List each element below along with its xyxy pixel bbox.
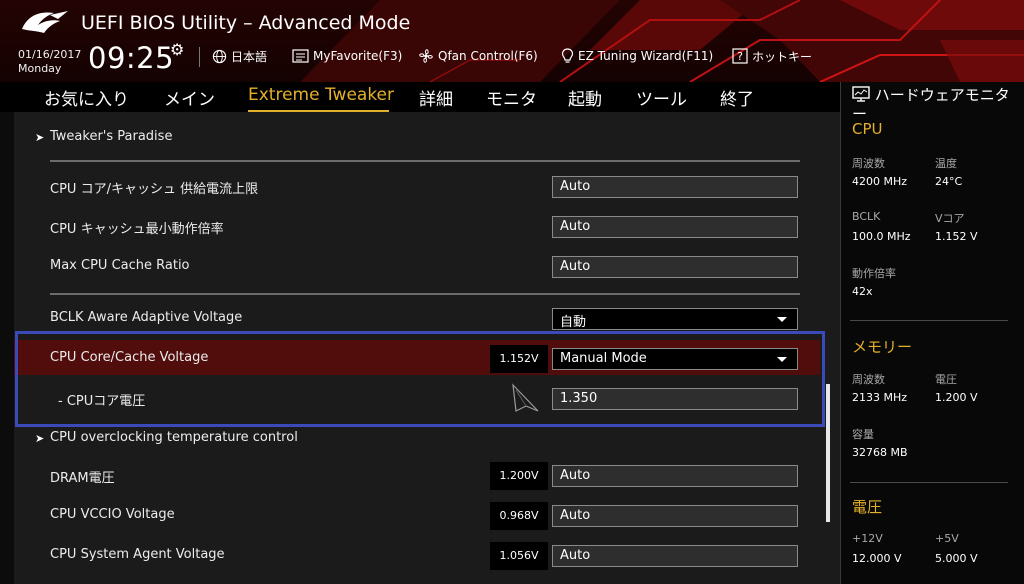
tab-boot[interactable]: 起動 [568, 85, 602, 110]
svg-text:?: ? [737, 50, 743, 63]
cpu-vccio-voltage-label: CPU VCCIO Voltage [50, 507, 175, 522]
globe-icon [212, 49, 227, 64]
header-separator [199, 47, 200, 67]
help-icon: ? [732, 48, 748, 64]
section-divider [50, 293, 800, 295]
hw-cpu-temperature-label: 温度 [935, 157, 957, 170]
mouse-cursor-icon [512, 383, 539, 412]
main-menu-bar: お気に入り メイン Extreme Tweaker 詳細 モニタ 起動 ツール … [0, 82, 840, 112]
settings-scrollbar[interactable] [826, 384, 830, 522]
hotkeys-button[interactable]: ? ホットキー [732, 46, 812, 66]
hw-ratio-value: 42x [852, 285, 873, 298]
hw-cpu-frequency-value: 4200 MHz [852, 175, 908, 188]
header-bar: UEFI BIOS Utility – Advanced Mode 01/16/… [0, 0, 1024, 82]
myfavorite-button[interactable]: MyFavorite(F3) [292, 46, 402, 66]
cpu-system-agent-voltage-current: 1.056V [490, 542, 548, 570]
favorite-list-icon [292, 49, 309, 63]
hw-vcore-value: 1.152 V [935, 230, 978, 243]
monitor-icon [852, 86, 870, 102]
cpu-core-cache-voltage-current: 1.152V [490, 345, 548, 373]
tab-advanced[interactable]: 詳細 [419, 85, 453, 110]
date-text: 01/16/2017 [18, 48, 82, 61]
submenu-arrow-icon: ➤ [35, 432, 45, 445]
cpu-core-cache-voltage-value: Manual Mode [560, 351, 647, 366]
cpu-core-voltage-input[interactable]: 1.350 [552, 388, 798, 410]
fan-icon [418, 48, 434, 64]
cpu-core-voltage-label: - CPUコア電圧 [58, 394, 146, 409]
cpu-oc-temp-control-link[interactable]: CPU overclocking temperature control [50, 430, 298, 445]
qfan-control-button[interactable]: Qfan Control(F6) [418, 46, 538, 66]
cpu-cache-min-ratio-label: CPU キャッシュ最小動作倍率 [50, 222, 224, 237]
rog-logo-icon [22, 11, 68, 33]
hw-mem-frequency-label: 周波数 [852, 373, 885, 386]
language-button[interactable]: 日本語 [212, 46, 267, 66]
tab-extreme-tweaker[interactable]: Extreme Tweaker [248, 85, 394, 105]
tab-exit[interactable]: 終了 [720, 85, 754, 110]
language-label: 日本語 [231, 49, 268, 64]
max-cpu-cache-ratio-field[interactable]: Auto [552, 256, 798, 278]
cpu-system-agent-voltage-label: CPU System Agent Voltage [50, 547, 225, 562]
app-title: UEFI BIOS Utility – Advanced Mode [81, 12, 411, 34]
hw-memory-section-title: メモリー [852, 338, 913, 356]
chevron-down-icon [777, 357, 787, 362]
cpu-core-cache-voltage-label: CPU Core/Cache Voltage [50, 350, 209, 365]
hw-vcore-label: Vコア [935, 212, 965, 225]
bclk-aware-adaptive-voltage-label: BCLK Aware Adaptive Voltage [50, 310, 243, 325]
hw-mem-capacity-value: 32768 MB [852, 446, 908, 459]
tweakers-paradise-link[interactable]: Tweaker's Paradise [50, 129, 172, 144]
hardware-monitor-title-text: ハードウェアモニター [852, 86, 1010, 123]
clock-time: 09:25 [88, 41, 175, 75]
hw-bclk-label: BCLK [852, 210, 881, 223]
ez-tuning-wizard-label: EZ Tuning Wizard(F11) [578, 49, 714, 63]
dram-voltage-current: 1.200V [490, 462, 548, 490]
tab-main[interactable]: メイン [164, 85, 215, 110]
dram-voltage-field[interactable]: Auto [552, 465, 798, 487]
hw-cpu-section-title: CPU [852, 120, 883, 138]
submenu-arrow-icon: ➤ [35, 131, 45, 144]
day-text: Monday [18, 62, 62, 75]
hardware-monitor-title: ハードウェアモニター [852, 86, 1020, 124]
hw-mem-capacity-label: 容量 [852, 428, 874, 441]
chevron-down-icon [777, 317, 787, 322]
hotkeys-label: ホットキー [752, 49, 813, 64]
hw-mem-frequency-value: 2133 MHz [852, 391, 908, 404]
hw-12v-label: +12V [852, 532, 883, 545]
lightbulb-icon [561, 48, 574, 64]
cpu-vccio-voltage-current: 0.968V [490, 502, 548, 530]
tab-favorites[interactable]: お気に入り [44, 85, 129, 110]
bclk-aware-adaptive-voltage-value: 自動 [560, 315, 587, 330]
cpu-system-agent-voltage-field[interactable]: Auto [552, 545, 798, 567]
hw-mem-voltage-label: 電圧 [935, 373, 957, 386]
hw-5v-value: 5.000 V [935, 552, 978, 565]
dram-voltage-label: DRAM電圧 [50, 471, 115, 486]
tab-monitor[interactable]: モニタ [486, 85, 537, 110]
date-display: 01/16/2017 Monday [18, 48, 81, 76]
tab-tool[interactable]: ツール [636, 85, 687, 110]
cpu-vccio-voltage-field[interactable]: Auto [552, 505, 798, 527]
bclk-aware-adaptive-voltage-dropdown[interactable]: 自動 [552, 308, 798, 330]
hw-voltage-section-title: 電圧 [852, 498, 883, 516]
max-cpu-cache-ratio-label: Max CPU Cache Ratio [50, 258, 190, 273]
myfavorite-label: MyFavorite(F3) [313, 49, 403, 63]
hw-mem-voltage-value: 1.200 V [935, 391, 978, 404]
cpu-core-cache-current-limit-field[interactable]: Auto [552, 176, 798, 198]
qfan-control-label: Qfan Control(F6) [438, 49, 538, 63]
hw-5v-label: +5V [935, 532, 959, 545]
cpu-core-cache-voltage-dropdown[interactable]: Manual Mode [552, 348, 798, 370]
hw-cpu-temperature-value: 24°C [935, 175, 963, 188]
ez-tuning-wizard-button[interactable]: EZ Tuning Wizard(F11) [561, 46, 713, 66]
hw-section-divider [850, 320, 1008, 321]
hw-ratio-label: 動作倍率 [852, 267, 896, 280]
clock-settings-gear-icon[interactable]: ⚙ [170, 40, 184, 59]
cpu-core-cache-current-limit-label: CPU コア/キャッシュ 供給電流上限 [50, 182, 259, 197]
hw-section-divider [850, 482, 1008, 483]
hw-bclk-value: 100.0 MHz [852, 230, 911, 243]
hw-cpu-frequency-label: 周波数 [852, 157, 885, 170]
hw-12v-value: 12.000 V [852, 552, 902, 565]
cpu-cache-min-ratio-field[interactable]: Auto [552, 216, 798, 238]
section-divider [50, 160, 800, 162]
